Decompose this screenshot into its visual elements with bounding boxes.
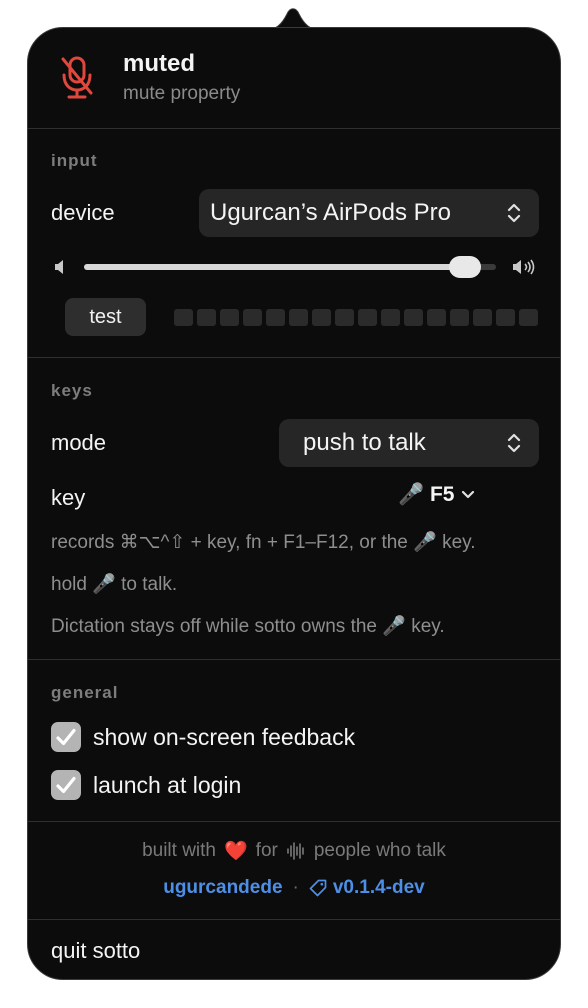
hint-records: records ⌘⌥^⇧ + key, fn + F1–F12, or the … (51, 532, 476, 553)
author-link[interactable]: ugurcandede (163, 877, 282, 899)
separator-dot: · (292, 877, 299, 898)
built-with-text: built with (142, 840, 216, 861)
version-link[interactable]: v0.1.4-dev (309, 877, 425, 899)
version-link-label: v0.1.4-dev (332, 877, 425, 898)
checkmark-icon (56, 776, 76, 794)
status-title: muted (123, 50, 195, 77)
hint-dictation: Dictation stays off while sotto owns the… (51, 616, 445, 637)
meter-segment (519, 309, 538, 326)
mode-label: mode (51, 430, 107, 455)
meter-segment (266, 309, 285, 326)
waveform-icon (287, 842, 304, 860)
meter-segment (404, 309, 423, 326)
key-label: key (51, 485, 86, 510)
links-line: ugurcandede · v0.1.4-dev (28, 877, 560, 899)
people-text: people who talk (313, 840, 446, 861)
checkbox-feedback-label: show on-screen feedback (93, 723, 356, 750)
hint-hold: hold 🎤 to talk. (51, 574, 178, 595)
input-level-meter (174, 309, 538, 326)
device-select[interactable]: Ugurcan’s AirPods Pro (199, 189, 539, 237)
chevron-up-down-icon (507, 433, 521, 453)
microphone-slash-icon (61, 56, 93, 99)
divider (28, 919, 560, 920)
checkbox-launch-label: launch at login (93, 771, 242, 798)
meter-segment (197, 309, 216, 326)
divider (28, 821, 560, 822)
quit-button[interactable]: quit sotto (51, 938, 140, 964)
meter-segment (289, 309, 308, 326)
section-label-keys: keys (51, 381, 93, 400)
meter-segment (381, 309, 400, 326)
volume-slider-fill (84, 264, 465, 270)
divider (28, 128, 560, 129)
tag-icon (309, 879, 327, 897)
mode-select-value: push to talk (303, 429, 426, 456)
checkbox-row-feedback[interactable]: show on-screen feedback (51, 722, 355, 752)
heart-icon: ❤️ (224, 841, 248, 862)
test-button[interactable]: test (65, 298, 146, 336)
meter-segment (335, 309, 354, 326)
checkmark-icon (56, 728, 76, 746)
meter-segment (312, 309, 331, 326)
key-picker-value: 🎤 F5 (398, 483, 455, 506)
meter-segment (220, 309, 239, 326)
device-select-value: Ugurcan’s AirPods Pro (210, 199, 452, 226)
speaker-high-icon (513, 259, 535, 275)
divider (28, 357, 560, 358)
section-label-general: general (51, 683, 119, 702)
meter-segment (450, 309, 469, 326)
checkbox-launch-at-login[interactable] (51, 770, 81, 800)
built-with-line: built with ❤️ for people who talk (28, 839, 560, 863)
status-subtitle: mute property (123, 83, 241, 104)
device-label: device (51, 200, 115, 225)
speaker-low-icon (55, 260, 63, 274)
key-picker[interactable]: 🎤 F5 (398, 483, 475, 507)
meter-segment (243, 309, 262, 326)
chevron-up-down-icon (507, 203, 521, 223)
meter-segment (174, 309, 193, 326)
section-label-input: input (51, 151, 98, 170)
mode-select[interactable]: push to talk (279, 419, 539, 467)
checkbox-row-launch[interactable]: launch at login (51, 770, 241, 800)
checkbox-feedback[interactable] (51, 722, 81, 752)
meter-segment (473, 309, 492, 326)
divider (28, 659, 560, 660)
chevron-down-icon (461, 490, 474, 499)
settings-popover: muted mute property input device Ugurcan… (27, 27, 561, 980)
meter-segment (427, 309, 446, 326)
meter-segment (358, 309, 377, 326)
for-text: for (255, 840, 278, 861)
volume-slider-knob[interactable] (449, 256, 481, 278)
volume-slider-track[interactable] (84, 256, 496, 278)
meter-segment (496, 309, 515, 326)
